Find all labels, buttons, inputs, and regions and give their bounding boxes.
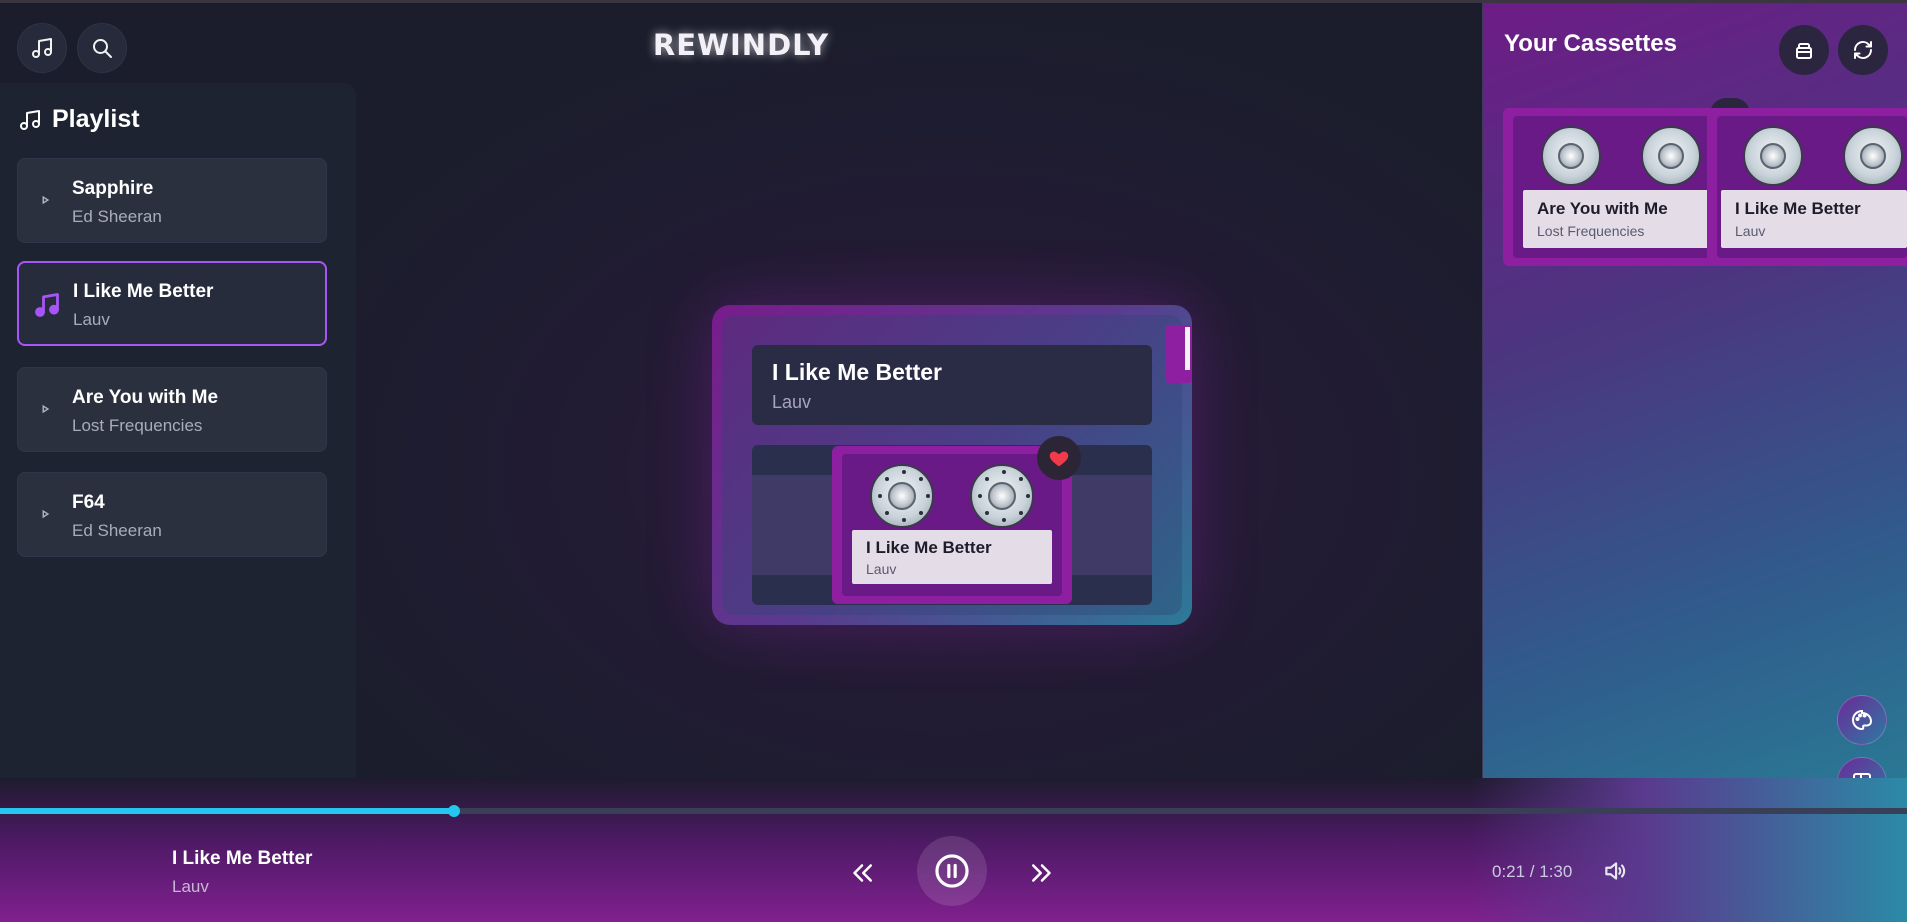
cassette-eject-tab[interactable] bbox=[1166, 325, 1192, 383]
reel-dot bbox=[1026, 494, 1030, 498]
progress-track[interactable] bbox=[0, 805, 1907, 817]
reel-dot bbox=[1019, 477, 1023, 481]
left-reel bbox=[870, 464, 934, 528]
reel-dot bbox=[985, 511, 989, 515]
music-note-icon bbox=[35, 293, 59, 317]
reel-dot bbox=[919, 511, 923, 515]
reel-dot bbox=[978, 494, 982, 498]
play-icon bbox=[42, 509, 50, 519]
tab-indicator bbox=[1185, 327, 1190, 370]
reel-dot bbox=[885, 511, 889, 515]
playlist-item-artist: Ed Sheeran bbox=[72, 207, 162, 226]
reel-dot bbox=[919, 477, 923, 481]
reel-hub bbox=[1860, 143, 1886, 169]
cassette-card-i-like-me-better[interactable]: I Like Me Better Lauv bbox=[1707, 108, 1907, 266]
rewind-button[interactable] bbox=[845, 856, 879, 890]
playback-time: 0:21 / 1:30 bbox=[1492, 862, 1573, 881]
playlist-item-i-like-me-better[interactable]: I Like Me Better Lauv bbox=[17, 261, 327, 346]
reel-dot bbox=[985, 477, 989, 481]
reel-dot bbox=[885, 477, 889, 481]
playlist-sidebar: Playlist Sapphire Ed Sheeran I Like Me B… bbox=[0, 83, 356, 778]
current-song-artist: Lauv bbox=[772, 392, 812, 412]
volume-button[interactable] bbox=[1602, 858, 1628, 884]
playlist-heading: Playlist bbox=[18, 105, 140, 134]
playlist-item-are-you-with-me[interactable]: Are You with Me Lost Frequencies bbox=[17, 367, 327, 452]
cassette-stack-button[interactable] bbox=[1779, 25, 1829, 75]
current-song-info: I Like Me Better Lauv bbox=[752, 345, 1152, 425]
theme-palette-button[interactable] bbox=[1837, 695, 1887, 745]
pause-button[interactable] bbox=[917, 836, 987, 906]
cassette-label-artist: Lauv bbox=[1735, 223, 1766, 239]
playlist-item-f64[interactable]: F64 Ed Sheeran bbox=[17, 472, 327, 557]
music-note-icon bbox=[20, 109, 40, 130]
playlist-item-sapphire[interactable]: Sapphire Ed Sheeran bbox=[17, 158, 327, 243]
reel-hub bbox=[1658, 143, 1684, 169]
cassette-label-title: Are You with Me bbox=[1537, 199, 1668, 218]
playlist-item-artist: Ed Sheeran bbox=[72, 521, 162, 540]
app-title: REWINDLY bbox=[652, 28, 830, 62]
pause-icon bbox=[935, 854, 969, 888]
current-song-title: I Like Me Better bbox=[772, 359, 942, 385]
cassette-label: Are You with Me Lost Frequencies bbox=[1523, 190, 1727, 248]
now-playing-title: I Like Me Better bbox=[172, 848, 313, 869]
app-root: REWINDLY Playlist Sapphire Ed Sheeran I … bbox=[0, 0, 1907, 922]
palette-icon bbox=[1852, 709, 1873, 731]
right-reel bbox=[1641, 126, 1701, 186]
cassette-label: I Like Me Better Lauv bbox=[852, 530, 1052, 584]
cassette-label-artist: Lost Frequencies bbox=[1537, 223, 1645, 239]
reel-dot bbox=[1019, 511, 1023, 515]
right-reel bbox=[970, 464, 1034, 528]
reel-dot bbox=[926, 494, 930, 498]
cassette-label-title: I Like Me Better bbox=[866, 538, 992, 557]
reel-dot bbox=[902, 518, 906, 522]
left-reel bbox=[1743, 126, 1803, 186]
volume-icon bbox=[1605, 862, 1626, 880]
now-playing-artist: Lauv bbox=[172, 877, 209, 896]
stack-icon bbox=[1796, 43, 1812, 59]
fast-forward-button[interactable] bbox=[1025, 856, 1059, 890]
reel-hub bbox=[1558, 143, 1584, 169]
reel-hub bbox=[888, 482, 916, 510]
cassettes-panel-title: Your Cassettes bbox=[1504, 30, 1677, 57]
bar-gradient bbox=[1470, 778, 1907, 922]
rewind-icon bbox=[853, 864, 872, 882]
refresh-button[interactable] bbox=[1838, 25, 1888, 75]
current-cassette[interactable]: I Like Me Better Lauv bbox=[832, 446, 1072, 604]
left-reel bbox=[1541, 126, 1601, 186]
playlist-item-artist: Lost Frequencies bbox=[72, 416, 203, 435]
fast-forward-icon bbox=[1032, 864, 1051, 882]
cassette-label: I Like Me Better Lauv bbox=[1721, 190, 1907, 248]
playlist-title: Playlist bbox=[52, 105, 140, 133]
playlist-item-title: F64 bbox=[72, 492, 105, 513]
cassette-card-are-you-with-me[interactable]: Are You with Me Lost Frequencies bbox=[1503, 108, 1727, 266]
refresh-icon bbox=[1854, 41, 1872, 59]
reel-dot bbox=[902, 470, 906, 474]
play-icon bbox=[42, 195, 50, 205]
reel-dot bbox=[1002, 518, 1006, 522]
heart-icon bbox=[1049, 451, 1069, 467]
cassette-label-title: I Like Me Better bbox=[1735, 199, 1861, 218]
playlist-item-title: I Like Me Better bbox=[73, 281, 214, 302]
playlist-item-title: Are You with Me bbox=[72, 387, 219, 408]
reel-hub bbox=[988, 482, 1016, 510]
reel-hub bbox=[1760, 143, 1786, 169]
playlist-item-title: Sapphire bbox=[72, 178, 154, 199]
right-reel bbox=[1843, 126, 1903, 186]
cassette-label-artist: Lauv bbox=[866, 561, 897, 577]
play-icon bbox=[42, 404, 50, 414]
favorite-button[interactable] bbox=[1037, 436, 1081, 480]
progress-fill bbox=[0, 808, 454, 814]
reel-dot bbox=[1002, 470, 1006, 474]
progress-handle[interactable] bbox=[447, 805, 460, 817]
playlist-item-artist: Lauv bbox=[73, 310, 110, 329]
reel-dot bbox=[878, 494, 882, 498]
